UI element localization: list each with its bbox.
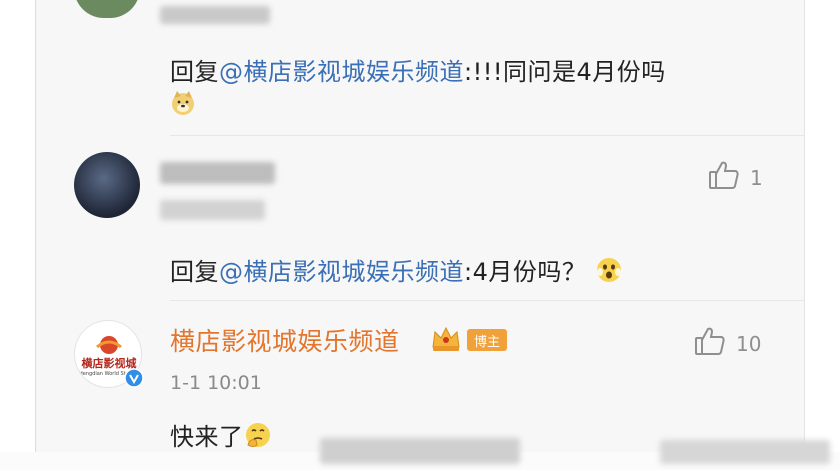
thinking-emoji-icon bbox=[244, 421, 272, 455]
reply-prefix: 回复 bbox=[170, 258, 219, 286]
mention-link[interactable]: @横店影视城娱乐频道 bbox=[219, 58, 464, 86]
right-frame bbox=[804, 0, 840, 470]
blurred-username bbox=[160, 162, 275, 184]
left-frame bbox=[0, 0, 36, 470]
blurred-footer bbox=[320, 438, 520, 464]
like-count: 10 bbox=[736, 331, 762, 356]
reply-text: 回复@横店影视城娱乐频道:!!!同问是4月份吗 bbox=[170, 52, 666, 87]
comment-timestamp: 1-1 10:01 bbox=[170, 372, 262, 394]
avatar[interactable] bbox=[74, 152, 140, 218]
blurred-timestamp bbox=[160, 200, 265, 220]
reply-prefix: 回复 bbox=[170, 58, 219, 86]
doge-emoji-icon bbox=[170, 90, 196, 116]
divider bbox=[170, 300, 804, 301]
like-button[interactable]: 10 bbox=[694, 326, 761, 361]
reply-suffix: :!!!同问是4月份吗 bbox=[464, 58, 666, 86]
mention-link[interactable]: @横店影视城娱乐频道 bbox=[219, 258, 464, 286]
reply-text: 回复@横店影视城娱乐频道:4月份吗？ bbox=[170, 252, 623, 290]
username[interactable]: 横店影视城娱乐频道 bbox=[170, 322, 400, 358]
comment-text: 快来了 bbox=[170, 417, 272, 455]
like-button[interactable]: 1 bbox=[708, 160, 763, 195]
thumbs-up-icon bbox=[694, 326, 726, 361]
blogger-badge: 博主 bbox=[467, 329, 507, 351]
blurred-username bbox=[160, 6, 270, 24]
reply-suffix: :4月份吗？ bbox=[464, 258, 587, 286]
divider bbox=[170, 135, 804, 136]
comment-body: 快来了 bbox=[170, 423, 244, 451]
blurred-footer bbox=[660, 440, 830, 464]
shocked-emoji-icon bbox=[595, 256, 623, 290]
verified-v-icon bbox=[124, 368, 144, 388]
thumbs-up-icon bbox=[708, 160, 740, 195]
like-count: 1 bbox=[750, 165, 763, 190]
crown-vip-icon bbox=[430, 325, 462, 353]
